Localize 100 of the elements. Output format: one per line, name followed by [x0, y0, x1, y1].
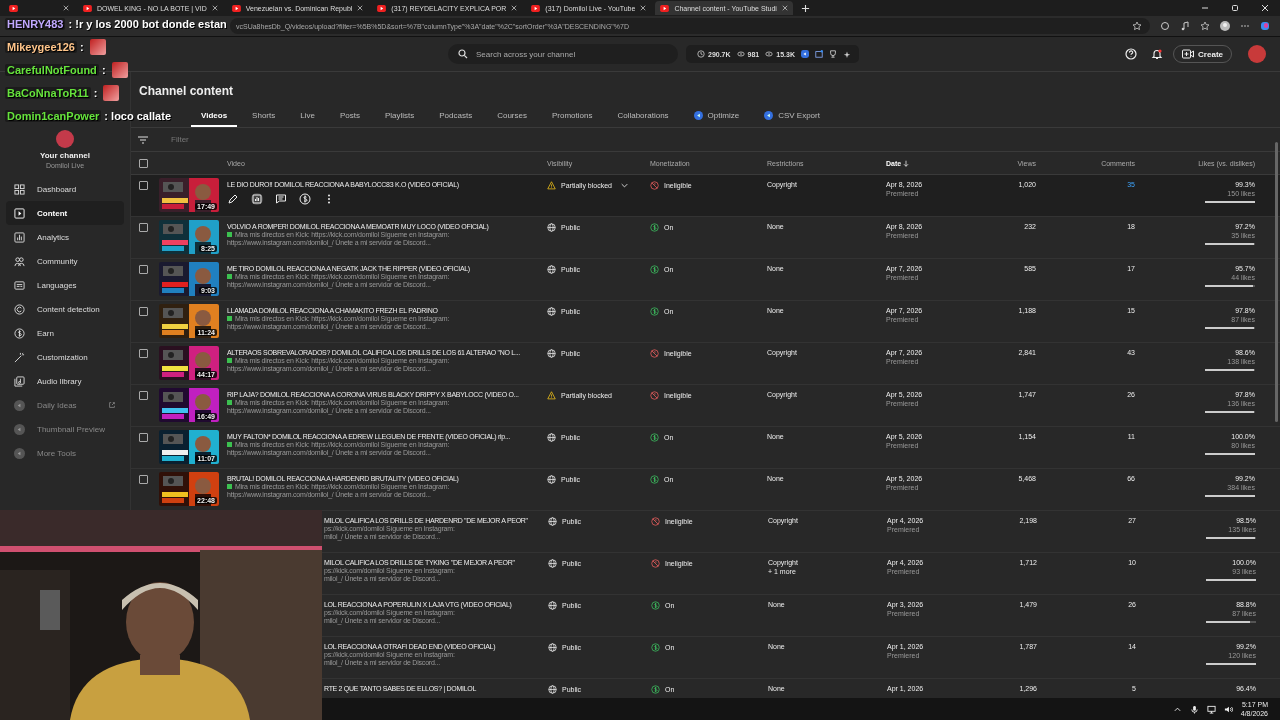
extension-icon [693, 111, 703, 120]
audio-icon [14, 375, 25, 387]
nav-item[interactable]: Earn [6, 321, 124, 345]
scrollbar[interactable] [1275, 142, 1278, 422]
play-icon [83, 4, 92, 12]
close-icon[interactable] [781, 5, 788, 11]
extension-icon [14, 399, 25, 411]
close-icon[interactable] [211, 5, 218, 11]
network-icon[interactable] [1206, 704, 1216, 714]
content-tab[interactable]: Collaborations [607, 105, 679, 127]
checkbox[interactable] [139, 181, 148, 190]
chat-message: CarefulNotFound : [5, 61, 128, 78]
trophy-icon[interactable] [828, 50, 837, 58]
table-row[interactable] [131, 427, 1280, 469]
channel-avatar[interactable] [56, 130, 74, 148]
extension-icon[interactable] [800, 50, 809, 58]
nav-item[interactable]: Content [6, 201, 124, 225]
content-tab[interactable]: Courses [487, 105, 537, 127]
play-icon [9, 4, 18, 12]
checkbox[interactable] [139, 265, 148, 274]
detection-icon [14, 303, 25, 315]
dashboard-icon [14, 183, 25, 195]
extension-icon [14, 447, 25, 459]
close-icon[interactable] [511, 5, 518, 11]
content-tab[interactable]: CSV Export [754, 105, 830, 127]
volume-icon[interactable] [1223, 704, 1233, 714]
bell-icon[interactable] [1151, 48, 1164, 60]
eye-icon [765, 50, 774, 58]
channel-label: Your channel [39, 151, 91, 160]
chat-message: Domin1canPower : loco callate [5, 108, 171, 124]
nav-item[interactable]: Analytics [6, 225, 124, 249]
chart-icon[interactable] [814, 50, 823, 58]
edit-icon[interactable] [227, 193, 239, 205]
play-icon [531, 4, 541, 12]
checkbox[interactable] [139, 433, 148, 442]
nav-item[interactable]: Thumbnail Preview [6, 417, 124, 441]
sparkle-icon[interactable] [842, 50, 851, 58]
dropdown-caret-icon[interactable] [620, 183, 628, 188]
close-icon[interactable] [63, 5, 69, 11]
nav-item[interactable]: Community [6, 249, 124, 273]
close-icon[interactable] [1260, 3, 1270, 13]
table-row[interactable] [131, 301, 1280, 343]
music-icon[interactable] [1180, 21, 1190, 31]
close-icon[interactable] [640, 5, 647, 11]
star-icon[interactable] [1132, 21, 1142, 31]
square-icon [227, 274, 232, 279]
content-tab[interactable]: Promotions [541, 105, 603, 127]
new-tab-icon[interactable] [800, 3, 810, 13]
avatar[interactable] [1248, 45, 1266, 63]
content-tab[interactable]: Videos [191, 105, 238, 127]
content-tab[interactable]: Live [290, 105, 325, 127]
profile-icon[interactable] [1220, 21, 1230, 31]
nav-item[interactable]: Content detection [6, 297, 124, 321]
content-tab[interactable]: Shorts [242, 105, 286, 127]
content-tab[interactable]: Playlists [374, 105, 425, 127]
nav-item[interactable]: More Tools [6, 441, 124, 465]
analytics-icon [14, 231, 25, 243]
restore-icon[interactable] [1230, 3, 1240, 13]
help-icon[interactable] [1125, 48, 1138, 60]
table-row[interactable] [131, 385, 1280, 427]
extension-icon[interactable] [1160, 21, 1170, 31]
table-row[interactable] [131, 343, 1280, 385]
content-tab[interactable]: Podcasts [429, 105, 483, 127]
checkbox[interactable] [139, 307, 148, 316]
nav-item[interactable]: Audio library [6, 369, 124, 393]
favorites-icon[interactable] [1200, 21, 1210, 31]
checkbox[interactable] [139, 349, 148, 358]
nav-item[interactable]: Daily Ideas [6, 393, 124, 417]
table-row[interactable] [131, 259, 1280, 301]
copilot-icon[interactable] [1260, 21, 1270, 31]
microphone-icon[interactable] [1189, 704, 1199, 714]
search-icon [458, 49, 468, 59]
checkbox[interactable] [139, 391, 148, 400]
close-icon[interactable] [357, 5, 364, 11]
chat-message: BaCoNnaToR11 : [5, 84, 120, 101]
video-add-icon [1182, 49, 1195, 59]
clock-icon [697, 50, 705, 58]
nav-item[interactable]: Dashboard [6, 177, 124, 201]
nav-item[interactable]: Customization [6, 345, 124, 369]
external-link-icon[interactable] [108, 401, 116, 409]
nav-item[interactable]: Languages [6, 273, 124, 297]
chat-message: Mikeygee126 : [5, 38, 106, 55]
filter-icon[interactable] [137, 134, 149, 145]
checkbox[interactable] [139, 475, 148, 484]
checkbox[interactable] [139, 223, 148, 232]
analytics-icon[interactable] [251, 193, 263, 205]
content-icon [14, 207, 25, 219]
languages-icon [14, 279, 25, 291]
monetization-icon[interactable] [299, 193, 311, 205]
content-tab[interactable]: Posts [329, 105, 370, 127]
search-field[interactable]: Search across your channel [448, 44, 678, 64]
play-icon [660, 4, 670, 12]
comments-icon[interactable] [275, 193, 287, 205]
earn-icon [14, 327, 25, 339]
checkbox[interactable] [139, 158, 148, 168]
content-tab[interactable]: Optimize [683, 105, 750, 127]
square-icon [227, 442, 232, 447]
sort-arrow-icon [903, 159, 910, 167]
table-row[interactable] [131, 217, 1280, 259]
square-icon [227, 316, 232, 321]
